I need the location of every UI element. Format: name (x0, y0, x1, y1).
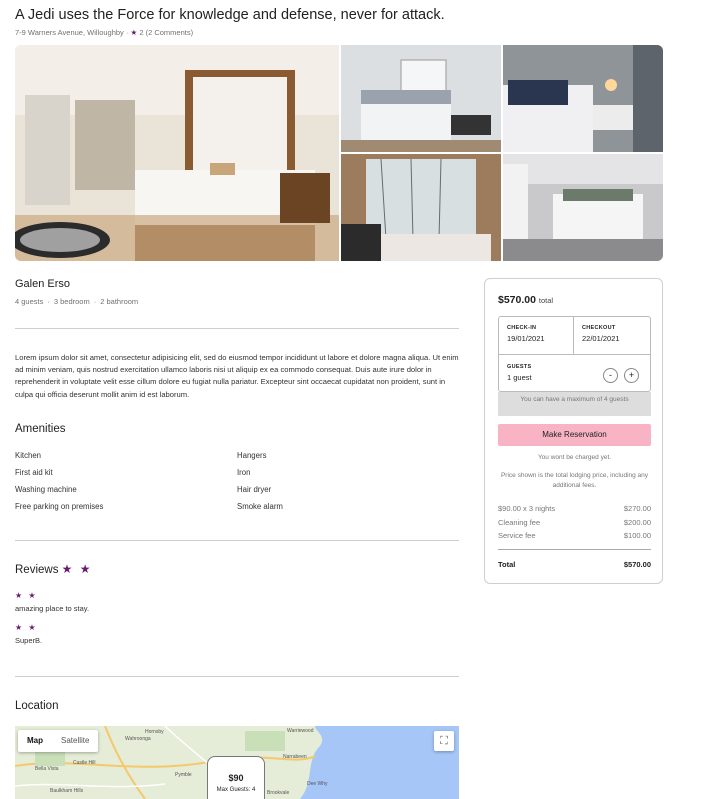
rating-value: 2 (139, 28, 144, 37)
date-guest-box: CHECK-IN 19/01/2021 CHECKOUT 22/01/2021 … (498, 316, 651, 392)
amenity-item: Hangers (237, 451, 267, 460)
amenity-item: Washing machine (15, 485, 77, 494)
marker-guests: Max Guests: 4 (216, 787, 256, 793)
map-place-label: Castle Hill (73, 760, 96, 766)
total-price: $570.00 total (498, 294, 554, 306)
address: 7-9 Warners Avenue, Willoughby (15, 28, 124, 37)
checkin-label: CHECK-IN (507, 325, 537, 331)
map-place-label: Brookvale (267, 790, 290, 796)
marker-price: $90 (228, 773, 244, 783)
review-text: amazing place to stay. (15, 604, 90, 613)
guests-field: GUESTS 1 guest - + (499, 354, 650, 391)
map-price-marker[interactable]: $90 Max Guests: 4 (207, 756, 265, 799)
reviews-star-icons: ★ ★ (61, 562, 93, 576)
review-star-icons: ★ ★ (15, 623, 38, 632)
listing-title: A Jedi uses the Force for knowledge and … (15, 7, 445, 23)
make-reservation-button[interactable]: Make Reservation (498, 424, 651, 446)
fee-row: $90.00 x 3 nights $270.00 (498, 504, 651, 513)
checkout-field[interactable]: CHECKOUT 22/01/2021 (574, 317, 650, 354)
description: Lorem ipsum dolor sit amet, consectetur … (15, 353, 459, 399)
star-icon: ★ (130, 28, 138, 37)
bedroom-photo-4[interactable] (341, 154, 501, 261)
booking-card: $570.00 total CHECK-IN 19/01/2021 CHECKO… (484, 278, 663, 584)
divider (15, 540, 459, 541)
amenity-item: First aid kit (15, 468, 53, 477)
map-place-label: Bella Vista (35, 766, 59, 772)
fee-row: Cleaning fee $200.00 (498, 518, 651, 527)
divider (15, 328, 459, 329)
divider (498, 549, 651, 550)
map-place-label: Baulkham Hills (50, 788, 84, 794)
amenity-item: Smoke alarm (237, 502, 283, 511)
map-place-label: Hornsby (145, 729, 164, 735)
main-bedroom-photo[interactable] (15, 45, 339, 261)
photo-gallery (15, 45, 663, 261)
map-place-label: Pymble (175, 772, 192, 778)
map-place-label: Dee Why (307, 781, 328, 787)
bedroom-photo-3[interactable] (503, 45, 663, 152)
not-charged-note: You wont be charged yet. (537, 454, 612, 461)
location-heading: Location (15, 700, 59, 712)
fee-row: Service fee $100.00 (498, 531, 651, 540)
bedroom-photo-2[interactable] (341, 45, 501, 152)
listing-subline: 7-9 Warners Avenue, Willoughby · ★ 2 (2 … (15, 28, 194, 37)
checkout-label: CHECKOUT (582, 325, 616, 331)
guests-count: 4 guests (15, 297, 44, 306)
tab-map[interactable]: Map (18, 730, 52, 752)
review-star-icons: ★ ★ (15, 591, 38, 600)
bedroom-count: 3 bedroom (53, 297, 90, 306)
bathroom-count: 2 bathroom (100, 297, 139, 306)
map-place-label: Narrabeen (283, 754, 307, 760)
amenities-heading: Amenities (15, 423, 66, 435)
price-note: Price shown is the total lodging price, … (500, 472, 649, 489)
review-text: SuperB. (15, 636, 43, 645)
max-guests-note: You can have a maximum of 4 guests (498, 392, 651, 416)
listing-stats: 4 guests · 3 bedroom · 2 bathroom (15, 297, 139, 306)
divider (15, 676, 459, 677)
increase-guests-button[interactable]: + (624, 368, 639, 383)
amenity-item: Free parking on premises (15, 502, 104, 511)
fullscreen-icon[interactable]: ⛶ (434, 731, 454, 751)
decrease-guests-button[interactable]: - (603, 368, 618, 383)
map-place-label: Warriewood (287, 728, 314, 734)
amenity-item: Hair dryer (237, 485, 272, 494)
total-row: Total $570.00 (498, 560, 651, 569)
checkin-value: 19/01/2021 (507, 334, 545, 343)
host-name: Galen Erso (15, 278, 71, 290)
bedroom-photo-5[interactable] (503, 154, 663, 261)
checkout-value: 22/01/2021 (582, 334, 620, 343)
comments-link[interactable]: (2 Comments) (146, 28, 194, 37)
amenity-item: Iron (237, 468, 251, 477)
map-place-label: Wahroonga (125, 736, 151, 742)
map-type-tabs: Map Satellite (18, 730, 99, 752)
tab-satellite[interactable]: Satellite (52, 730, 98, 752)
location-map[interactable]: Map Satellite ⛶ Wahroonga Hornsby Pymble… (15, 726, 459, 799)
reviews-heading: Reviews ★ ★ (15, 562, 93, 576)
amenity-item: Kitchen (15, 451, 42, 460)
checkin-field[interactable]: CHECK-IN 19/01/2021 (499, 317, 574, 354)
